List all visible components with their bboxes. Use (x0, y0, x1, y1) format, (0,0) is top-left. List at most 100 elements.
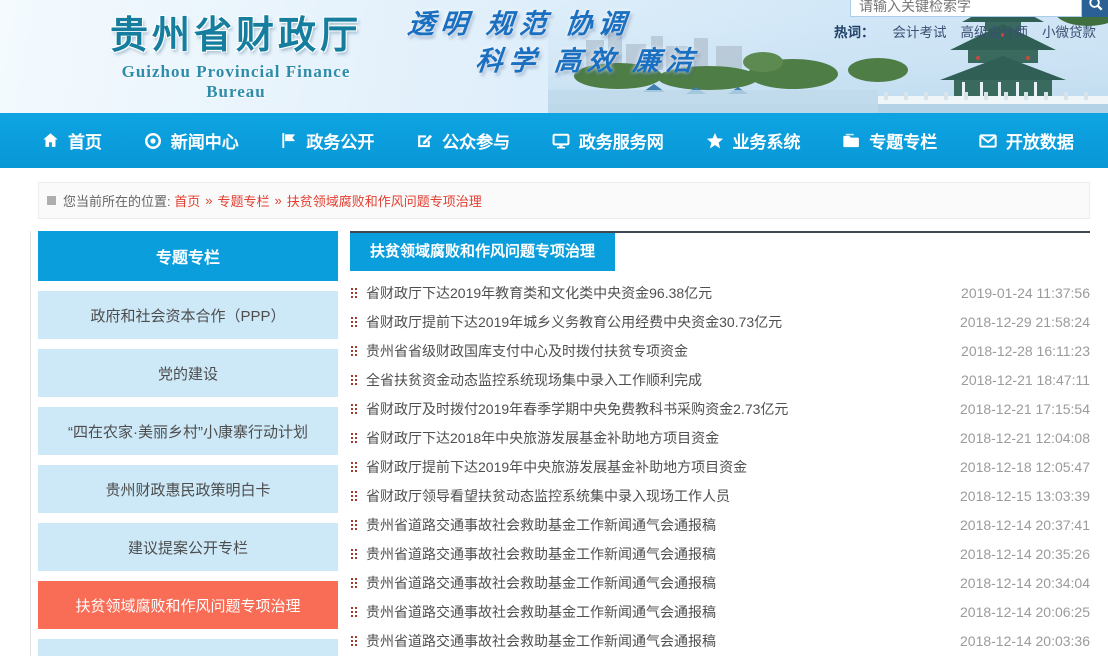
search-button[interactable] (1082, 0, 1108, 17)
nav-label: 开放数据 (1006, 128, 1074, 153)
article-link[interactable]: 省财政厅下达2019年教育类和文化类中央资金96.38亿元 (366, 283, 943, 303)
content-area: 专题专栏 政府和社会资本合作（PPP） 党的建设 “四在农家·美丽乡村”小康寨行… (38, 231, 1090, 656)
sidebar-item-proposals[interactable]: 建议提案公开专栏 (38, 523, 338, 571)
breadcrumb-prefix: 您当前所在的位置: (63, 191, 171, 210)
list-bullet-icon (351, 549, 357, 559)
article-link[interactable]: 贵州省道路交通事故社会救助基金工作新闻通气会通报稿 (366, 515, 942, 535)
hotwords-bar: 热词： 会计考试高级会计师小微贷款 (834, 21, 1096, 41)
banner-slogan-1: 透明 规范 协调 (406, 2, 634, 41)
article-link[interactable]: 省财政厅提前下达2019年中央旅游发展基金补助地方项目资金 (366, 457, 942, 477)
breadcrumb: 您当前所在的位置: 首页 » 专题专栏 » 扶贫领域腐败和作风问题专项治理 (38, 182, 1090, 219)
home-icon (42, 132, 59, 149)
folder-icon (842, 132, 860, 150)
sidebar-item-benefit-card[interactable]: 贵州财政惠民政策明白卡 (38, 465, 338, 513)
article-row: 全省扶贫资金动态监控系统现场集中录入工作顺利完成 2018-12-21 18:4… (350, 365, 1090, 394)
article-row: 省财政厅下达2019年教育类和文化类中央资金96.38亿元 2019-01-24… (350, 278, 1090, 307)
nav-label: 政务服务网 (579, 128, 664, 153)
breadcrumb-separator: » (205, 193, 212, 208)
site-banner: 贵州省财政厅 Guizhou Provincial Finance Bureau… (0, 0, 1108, 113)
hotword-link-micro-loans[interactable]: 小微贷款 (1042, 25, 1096, 40)
article-date: 2018-12-14 20:34:04 (960, 575, 1090, 591)
article-date: 2018-12-14 20:06:25 (960, 604, 1090, 620)
article-row: 省财政厅及时拨付2019年春季学期中央免费教科书采购资金2.73亿元 2018-… (350, 394, 1090, 423)
article-row: 贵州省道路交通事故社会救助基金工作新闻通气会通报稿 2018-12-14 20:… (350, 626, 1090, 655)
list-bullet-icon (351, 607, 357, 617)
breadcrumb-separator: » (275, 193, 282, 208)
news-icon (144, 132, 162, 150)
article-date: 2018-12-21 17:15:54 (960, 401, 1090, 417)
article-row: 贵州省道路交通事故社会救助基金工作新闻通气会通报稿 2018-12-14 20:… (350, 568, 1090, 597)
hotword-link-accounting-exam[interactable]: 会计考试 (893, 25, 947, 40)
article-row: 贵州省道路交通事故社会救助基金工作新闻通气会通报稿 2018-12-14 20:… (350, 510, 1090, 539)
article-link[interactable]: 贵州省道路交通事故社会救助基金工作新闻通气会通报稿 (366, 573, 942, 593)
breadcrumb-square-icon (47, 196, 56, 205)
site-subtitle: Guizhou Provincial Finance Bureau (92, 62, 380, 102)
nav-label: 新闻中心 (171, 128, 239, 153)
nav-item-home[interactable]: 首页 (42, 128, 102, 153)
breadcrumb-link-special-topics[interactable]: 专题专栏 (218, 191, 270, 210)
article-link[interactable]: 省财政厅及时拨付2019年春季学期中央免费教科书采购资金2.73亿元 (366, 399, 942, 419)
search-input[interactable] (850, 0, 1082, 17)
nav-item-gov-affairs[interactable]: 政务公开 (280, 128, 374, 153)
nav-item-open-data[interactable]: 开放数据 (979, 128, 1074, 153)
sidebar-item-party-building[interactable]: 党的建设 (38, 349, 338, 397)
list-bullet-icon (351, 636, 357, 646)
hotwords-label: 热词： (834, 25, 875, 40)
nav-item-news-center[interactable]: 新闻中心 (144, 128, 239, 153)
list-bullet-icon (351, 404, 357, 414)
article-date: 2019-01-24 11:37:56 (961, 285, 1090, 301)
article-link[interactable]: 省财政厅下达2018年中央旅游发展基金补助地方项目资金 (366, 428, 942, 448)
nav-item-service-portal[interactable]: 政务服务网 (552, 128, 664, 153)
breadcrumb-link-current[interactable]: 扶贫领域腐败和作风问题专项治理 (287, 191, 482, 210)
hotword-link-senior-accountant[interactable]: 高级会计师 (961, 25, 1029, 40)
list-bullet-icon (351, 346, 357, 356)
nav-item-business-systems[interactable]: 业务系统 (706, 128, 801, 153)
nav-label: 首页 (68, 128, 102, 153)
article-row: 省财政厅提前下达2019年城乡义务教育公用经费中央资金30.73亿元 2018-… (350, 307, 1090, 336)
article-list: 省财政厅下达2019年教育类和文化类中央资金96.38亿元 2019-01-24… (350, 278, 1090, 655)
article-date: 2018-12-21 18:47:11 (961, 372, 1090, 388)
list-bullet-icon (351, 433, 357, 443)
article-row: 省财政厅下达2018年中央旅游发展基金补助地方项目资金 2018-12-21 1… (350, 423, 1090, 452)
list-bullet-icon (351, 578, 357, 588)
article-link[interactable]: 贵州省道路交通事故社会救助基金工作新闻通气会通报稿 (366, 631, 942, 651)
nav-label: 公众参与 (442, 128, 510, 153)
nav-label: 专题专栏 (869, 128, 937, 153)
article-link[interactable]: 贵州省省级财政国库支付中心及时拨付扶贫专项资金 (366, 341, 943, 361)
article-date: 2018-12-14 20:37:41 (960, 517, 1090, 533)
monitor-icon (552, 132, 570, 150)
list-bullet-icon (351, 317, 357, 327)
site-logo[interactable]: 贵州省财政厅 Guizhou Provincial Finance Bureau (92, 4, 380, 102)
article-link[interactable]: 省财政厅领导看望扶贫动态监控系统集中录入现场工作人员 (366, 486, 942, 506)
article-date: 2018-12-21 12:04:08 (960, 430, 1090, 446)
sidebar-title: 专题专栏 (38, 231, 338, 281)
article-row: 省财政厅提前下达2019年中央旅游发展基金补助地方项目资金 2018-12-18… (350, 452, 1090, 481)
sidebar-item-poverty-alleviation[interactable]: 扶贫领域腐败和作风问题专项治理 (38, 581, 338, 629)
site-title: 贵州省财政厅 (92, 4, 380, 59)
list-bullet-icon (351, 462, 357, 472)
sidebar-item-beautiful-village[interactable]: “四在农家·美丽乡村”小康寨行动计划 (38, 407, 338, 455)
search-icon (1088, 0, 1103, 11)
main-nav: 首页 新闻中心 政务公开 公众参与 政务服务网 业务系统 专题专栏 开放数据 (0, 113, 1108, 168)
article-row: 贵州省道路交通事故社会救助基金工作新闻通气会通报稿 2018-12-14 20:… (350, 539, 1090, 568)
article-date: 2018-12-29 21:58:24 (960, 314, 1090, 330)
article-date: 2018-12-15 13:03:39 (960, 488, 1090, 504)
breadcrumb-link-home[interactable]: 首页 (174, 191, 200, 210)
nav-item-special-topics[interactable]: 专题专栏 (842, 128, 937, 153)
banner-slogan-2: 科学 高效 廉洁 (474, 39, 702, 78)
article-link[interactable]: 全省扶贫资金动态监控系统现场集中录入工作顺利完成 (366, 370, 943, 390)
nav-label: 业务系统 (733, 128, 801, 153)
nav-item-public-participation[interactable]: 公众参与 (416, 128, 510, 153)
article-link[interactable]: 贵州省道路交通事故社会救助基金工作新闻通气会通报稿 (366, 544, 942, 564)
article-row: 贵州省省级财政国库支付中心及时拨付扶贫专项资金 2018-12-28 16:11… (350, 336, 1090, 365)
sidebar-item-partial[interactable] (38, 639, 338, 656)
article-row: 贵州省道路交通事故社会救助基金工作新闻通气会通报稿 2018-12-14 20:… (350, 597, 1090, 626)
article-date: 2018-12-14 20:03:36 (960, 633, 1090, 649)
star-icon (706, 132, 724, 150)
article-link[interactable]: 省财政厅提前下达2019年城乡义务教育公用经费中央资金30.73亿元 (366, 312, 942, 332)
flag-icon (280, 132, 297, 149)
sidebar-item-ppp[interactable]: 政府和社会资本合作（PPP） (38, 291, 338, 339)
list-bullet-icon (351, 288, 357, 298)
article-link[interactable]: 贵州省道路交通事故社会救助基金工作新闻通气会通报稿 (366, 602, 942, 622)
mail-icon (979, 132, 997, 150)
